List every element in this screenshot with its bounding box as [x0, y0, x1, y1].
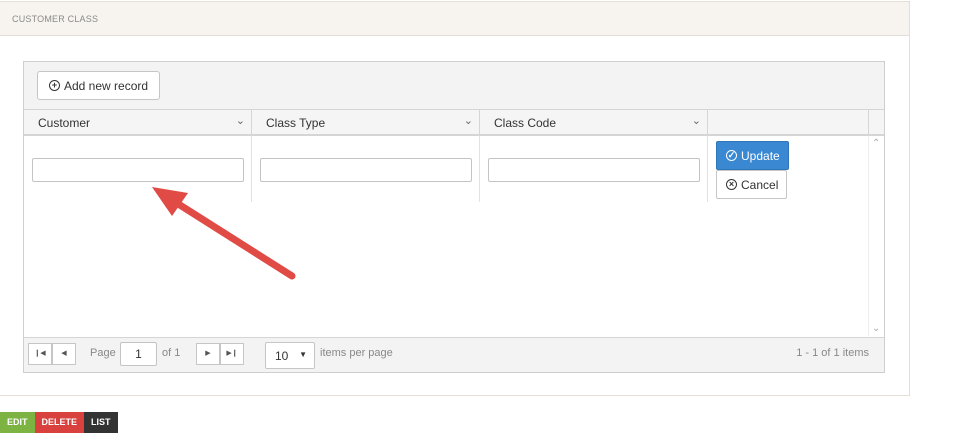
page-size-select[interactable]: 10 ▼	[265, 342, 315, 369]
table-row-editing: ✓ Update × Cancel	[24, 136, 868, 202]
add-new-record-label: Add new record	[64, 78, 149, 93]
pager-info: 1 - 1 of 1 items	[796, 347, 869, 359]
first-page-button[interactable]: ❙◀	[28, 343, 52, 365]
cancel-button[interactable]: × Cancel	[716, 170, 787, 199]
plus-circle-icon: +	[49, 80, 60, 91]
caret-down-icon: ▼	[299, 350, 307, 359]
add-new-record-button[interactable]: + Add new record	[37, 71, 161, 100]
header-scroll-spacer	[868, 110, 884, 136]
update-label: Update	[741, 148, 780, 163]
items-per-page-label: items per page	[320, 347, 393, 359]
panel-title: CUSTOMER CLASS	[0, 2, 909, 36]
close-circle-icon: ×	[726, 179, 737, 190]
column-header-class-code[interactable]: Class Code ⌄	[480, 110, 708, 134]
customer-input[interactable]	[32, 158, 244, 182]
check-circle-icon: ✓	[726, 150, 737, 161]
column-header-label: Class Code	[494, 116, 557, 130]
vertical-scrollbar[interactable]: ⌃ ⌄	[868, 136, 884, 336]
delete-button[interactable]: DELETE	[34, 412, 85, 433]
grid-pager: ❙◀ ◀ Page of 1 ▶ ▶❙ 10 ▼ items per page …	[24, 337, 884, 372]
cell-class-type	[252, 136, 480, 202]
column-header-customer[interactable]: Customer ⌄	[24, 110, 252, 134]
scroll-down-icon[interactable]: ⌄	[872, 323, 880, 334]
chevron-down-icon[interactable]: ⌄	[692, 114, 701, 127]
cell-class-code	[480, 136, 708, 202]
grid-toolbar: + Add new record	[24, 62, 884, 110]
cell-customer	[24, 136, 252, 202]
record-actions: EDIT DELETE LIST	[0, 412, 118, 433]
next-page-button[interactable]: ▶	[196, 343, 220, 365]
edit-button[interactable]: EDIT	[0, 412, 35, 433]
last-page-button[interactable]: ▶❙	[220, 343, 244, 365]
class-type-input[interactable]	[260, 158, 472, 182]
column-header-class-type[interactable]: Class Type ⌄	[252, 110, 480, 134]
customer-class-panel: CUSTOMER CLASS + Add new record Customer…	[0, 1, 910, 396]
page-count-label: of 1	[162, 347, 181, 359]
scroll-up-icon[interactable]: ⌃	[872, 138, 880, 149]
cell-commands: ✓ Update × Cancel	[708, 136, 868, 202]
page-number-input[interactable]	[120, 342, 157, 366]
cancel-label: Cancel	[741, 177, 779, 192]
update-button[interactable]: ✓ Update	[716, 141, 789, 170]
data-grid: + Add new record Customer ⌄ Class Type ⌄…	[23, 61, 885, 373]
list-button[interactable]: LIST	[84, 412, 118, 433]
grid-header: Customer ⌄ Class Type ⌄ Class Code ⌄	[24, 110, 868, 136]
column-header-commands	[708, 110, 868, 134]
page-size-value: 10	[275, 349, 289, 363]
previous-page-button[interactable]: ◀	[52, 343, 76, 365]
chevron-down-icon[interactable]: ⌄	[236, 114, 245, 127]
chevron-down-icon[interactable]: ⌄	[464, 114, 473, 127]
page-label: Page	[90, 347, 116, 359]
class-code-input[interactable]	[488, 158, 700, 182]
column-header-label: Customer	[38, 116, 91, 130]
column-header-label: Class Type	[266, 116, 326, 130]
